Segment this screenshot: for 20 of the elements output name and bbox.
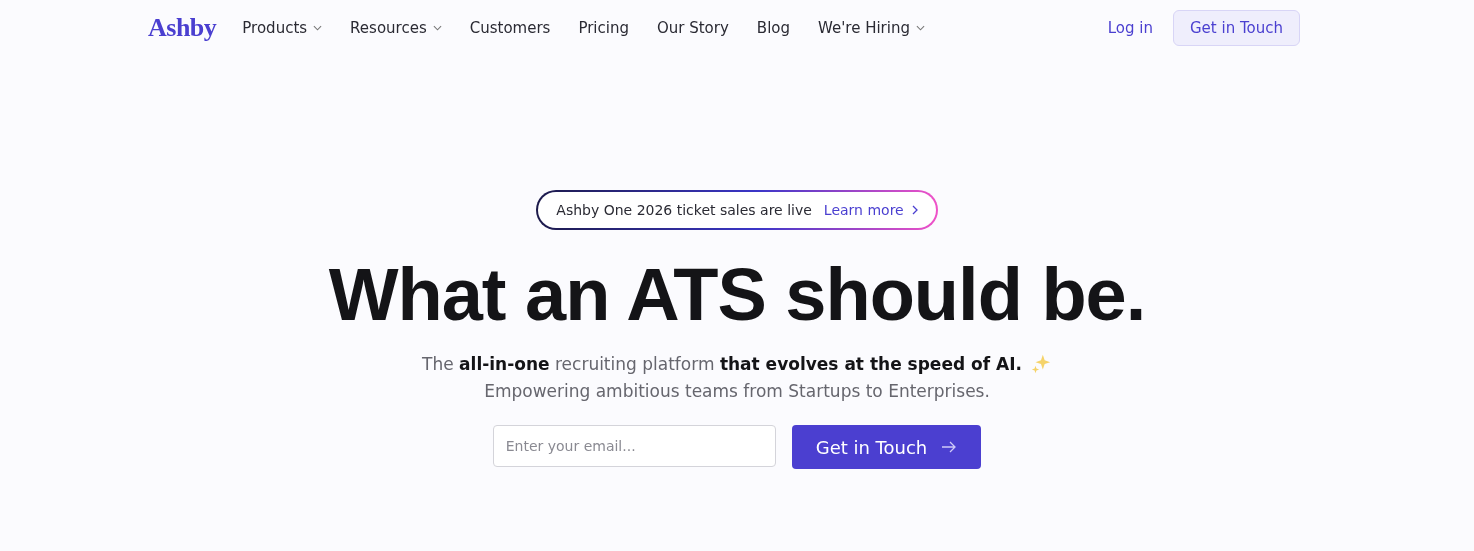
get-in-touch-button[interactable]: Get in Touch — [1173, 10, 1300, 46]
nav-link[interactable]: Resources — [350, 19, 442, 37]
sparkle-icon — [1029, 353, 1052, 376]
chevron-right-icon — [911, 205, 918, 215]
nav-link[interactable]: Our Story — [656, 19, 729, 37]
learn-more-link[interactable]: Learn more — [823, 202, 918, 218]
subtitle-text: Empowering ambitious teams from Startups to Enterprises. — [484, 381, 990, 402]
login-link[interactable]: Log in — [1107, 19, 1153, 37]
email-field[interactable]: Enter your email... — [492, 425, 776, 468]
logo[interactable]: Ashby — [148, 13, 217, 43]
arrow-right-icon — [941, 441, 958, 454]
nav-link[interactable]: Customers — [469, 19, 551, 37]
announcement-text: Ashby One 2026 ticket sales are live — [556, 202, 812, 218]
nav-link[interactable]: We're Hiring — [818, 19, 925, 37]
headline: What an ATS should be. — [328, 254, 1146, 336]
nav-link[interactable]: Products — [242, 19, 323, 37]
get-in-touch-button[interactable]: Get in Touch — [791, 425, 982, 470]
nav-link[interactable]: Blog — [756, 19, 790, 37]
subtitle-text: The all-in-one recruiting platform that evolves at the speed of AI. — [422, 354, 1022, 375]
nav-link[interactable]: Pricing — [578, 19, 629, 37]
